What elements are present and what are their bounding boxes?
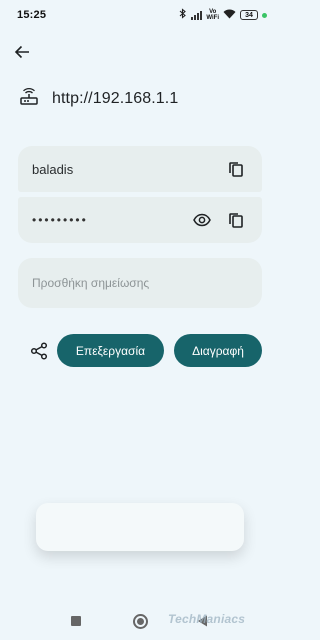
status-bar: 15:25 Vo WiFi 34 — [0, 0, 281, 30]
watermark: TechManiacs — [168, 612, 246, 626]
arrow-left-icon — [14, 45, 29, 59]
status-icons: Vo WiFi 34 — [179, 8, 267, 22]
note-field — [18, 258, 262, 308]
eye-icon — [193, 213, 211, 227]
show-password-button[interactable] — [192, 210, 212, 230]
edit-button[interactable]: Επεξεργασία — [57, 334, 164, 367]
status-time: 15:25 — [17, 9, 47, 21]
password-value: ••••••••• — [32, 213, 88, 227]
bluetooth-icon — [179, 8, 187, 22]
copy-password-button[interactable] — [226, 210, 246, 230]
recents-button[interactable] — [71, 616, 81, 626]
battery-icon: 34 — [240, 10, 258, 20]
bottom-card — [36, 503, 244, 551]
url-row: http://192.168.1.1 — [19, 86, 178, 112]
delete-button[interactable]: Διαγραφή — [174, 334, 262, 367]
battery-level: 34 — [245, 11, 253, 19]
username-value: baladis — [32, 161, 74, 177]
privacy-dot — [262, 12, 267, 18]
copy-icon — [229, 212, 243, 228]
share-icon — [30, 342, 48, 360]
note-input[interactable] — [32, 276, 248, 290]
username-actions — [226, 159, 246, 179]
password-field: ••••••••• — [18, 197, 262, 243]
router-icon — [19, 87, 39, 112]
username-field: baladis — [18, 146, 262, 192]
vowifi-indicator: Vo WiFi — [206, 9, 219, 21]
home-button[interactable] — [133, 614, 148, 629]
url-text: http://192.168.1.1 — [52, 90, 179, 107]
password-actions — [192, 210, 246, 230]
vowifi-bottom: WiFi — [206, 15, 219, 21]
actions-row: Επεξεργασία Διαγραφή — [0, 334, 281, 367]
signal-icon — [191, 10, 203, 20]
back-button[interactable] — [10, 40, 34, 64]
wifi-icon — [223, 9, 236, 22]
share-button[interactable] — [29, 341, 49, 361]
copy-username-button[interactable] — [226, 159, 246, 179]
copy-icon — [229, 161, 243, 177]
